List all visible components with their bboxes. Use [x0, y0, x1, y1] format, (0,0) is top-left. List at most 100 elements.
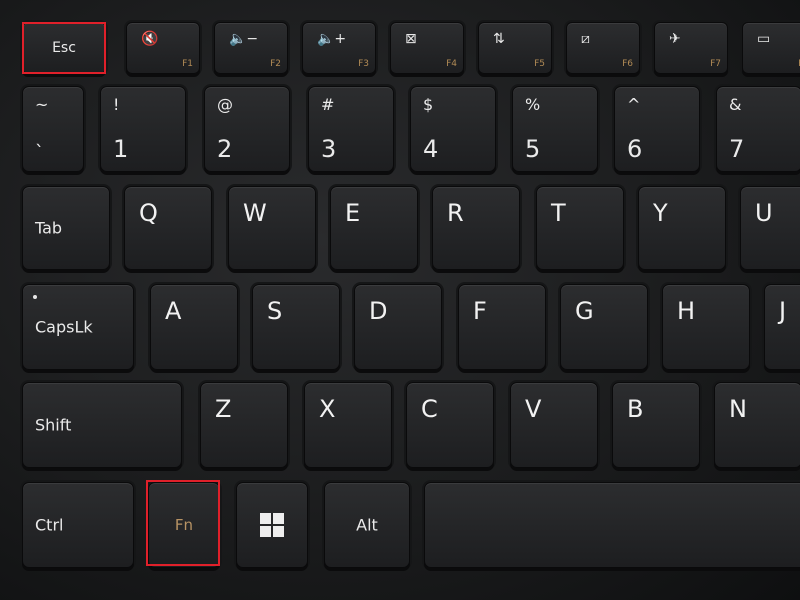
volume-down-icon: 🔈− [229, 31, 259, 47]
key-5-shift: % [525, 95, 541, 114]
key-e[interactable]: E [330, 186, 418, 270]
key-r[interactable]: R [432, 186, 520, 270]
key-4-shift: $ [423, 95, 434, 114]
windows-logo-icon [260, 513, 284, 537]
f7-key[interactable]: ✈ F7 [654, 22, 728, 74]
f3-key[interactable]: 🔈+ F3 [302, 22, 376, 74]
f6-label: F6 [622, 59, 633, 69]
key-u-label: U [755, 199, 773, 227]
key-x-label: X [319, 395, 336, 423]
key-5[interactable]: % 5 [512, 86, 598, 172]
key-7[interactable]: & 7 [716, 86, 800, 172]
key-1[interactable]: ! 1 [100, 86, 186, 172]
key-v[interactable]: V [510, 382, 598, 468]
key-w-label: W [243, 199, 267, 227]
key-1-shift: ! [113, 95, 120, 114]
tab-key[interactable]: Tab [22, 186, 110, 270]
key-j[interactable]: J [764, 284, 800, 370]
f5-key[interactable]: ⇅ F5 [478, 22, 552, 74]
key-1-number: 1 [113, 135, 129, 163]
laptop-keyboard: Esc 🔇 F1 🔈− F2 🔈+ F3 ⊠ F4 ⇅ F5 ⧄ F6 ✈ F7… [0, 0, 800, 600]
key-t[interactable]: T [536, 186, 624, 270]
key-2[interactable]: @ 2 [204, 86, 290, 172]
key-q[interactable]: Q [124, 186, 212, 270]
ctrl-key-label: Ctrl [35, 515, 64, 535]
fn-key-label: Fn [174, 516, 194, 534]
key-4[interactable]: $ 4 [410, 86, 496, 172]
key-v-label: V [525, 395, 542, 423]
tab-key-label: Tab [35, 218, 63, 238]
key-f[interactable]: F [458, 284, 546, 370]
key-n-label: N [729, 395, 747, 423]
fn-key[interactable]: Fn [148, 482, 220, 568]
touchpad-off-icon: ⧄ [581, 31, 590, 47]
shift-key[interactable]: Shift [22, 382, 182, 468]
key-2-shift: @ [217, 95, 233, 114]
key-5-number: 5 [525, 135, 541, 163]
f8-key[interactable]: ▭ F8 [742, 22, 800, 74]
key-4-number: 4 [423, 135, 439, 163]
key-c-label: C [421, 395, 438, 423]
esc-key-label: Esc [52, 40, 76, 56]
tilde-key[interactable]: ~ ` [22, 86, 84, 172]
key-e-label: E [345, 199, 361, 227]
key-z[interactable]: Z [200, 382, 288, 468]
capslock-key-label: CapsLk [35, 317, 93, 337]
key-3-number: 3 [321, 135, 337, 163]
refresh-icon: ⇅ [493, 31, 505, 47]
key-s-label: S [267, 297, 283, 325]
f5-label: F5 [534, 59, 545, 69]
shift-key-label: Shift [35, 415, 72, 435]
f6-key[interactable]: ⧄ F6 [566, 22, 640, 74]
key-a-label: A [165, 297, 182, 325]
f2-key[interactable]: 🔈− F2 [214, 22, 288, 74]
capslock-indicator-icon [33, 295, 37, 299]
key-6[interactable]: ^ 6 [614, 86, 700, 172]
f1-key[interactable]: 🔇 F1 [126, 22, 200, 74]
key-y-label: Y [653, 199, 668, 227]
key-y[interactable]: Y [638, 186, 726, 270]
mute-icon: 🔇 [141, 31, 159, 47]
key-u[interactable]: U [740, 186, 800, 270]
key-7-number: 7 [729, 135, 745, 163]
key-n[interactable]: N [714, 382, 800, 468]
windows-key[interactable] [236, 482, 308, 568]
key-2-number: 2 [217, 135, 233, 163]
ctrl-key[interactable]: Ctrl [22, 482, 134, 568]
alt-key[interactable]: Alt [324, 482, 410, 568]
key-x[interactable]: X [304, 382, 392, 468]
f1-label: F1 [182, 59, 193, 69]
key-s[interactable]: S [252, 284, 340, 370]
key-z-label: Z [215, 395, 232, 423]
f4-key[interactable]: ⊠ F4 [390, 22, 464, 74]
key-h[interactable]: H [662, 284, 750, 370]
capslock-key[interactable]: CapsLk [22, 284, 134, 370]
key-r-label: R [447, 199, 464, 227]
key-h-label: H [677, 297, 696, 325]
key-7-shift: & [729, 95, 742, 114]
f3-label: F3 [358, 59, 369, 69]
mic-off-icon: ⊠ [405, 31, 417, 47]
key-f-label: F [473, 297, 487, 325]
key-c[interactable]: C [406, 382, 494, 468]
key-a[interactable]: A [150, 284, 238, 370]
key-q-label: Q [139, 199, 158, 227]
key-3[interactable]: # 3 [308, 86, 394, 172]
key-w[interactable]: W [228, 186, 316, 270]
esc-key[interactable]: Esc [22, 22, 106, 74]
key-d-label: D [369, 297, 388, 325]
key-6-shift: ^ [627, 95, 641, 114]
key-b-label: B [627, 395, 644, 423]
f2-label: F2 [270, 59, 281, 69]
key-3-shift: # [321, 95, 335, 114]
key-j-label: J [779, 297, 787, 325]
volume-up-icon: 🔈+ [317, 31, 347, 47]
key-t-label: T [551, 199, 566, 227]
key-g[interactable]: G [560, 284, 648, 370]
f4-label: F4 [446, 59, 457, 69]
backtick-symbol: ` [35, 142, 44, 163]
key-b[interactable]: B [612, 382, 700, 468]
spacebar[interactable] [424, 482, 800, 568]
key-d[interactable]: D [354, 284, 442, 370]
keyboard-icon: ▭ [757, 31, 771, 47]
